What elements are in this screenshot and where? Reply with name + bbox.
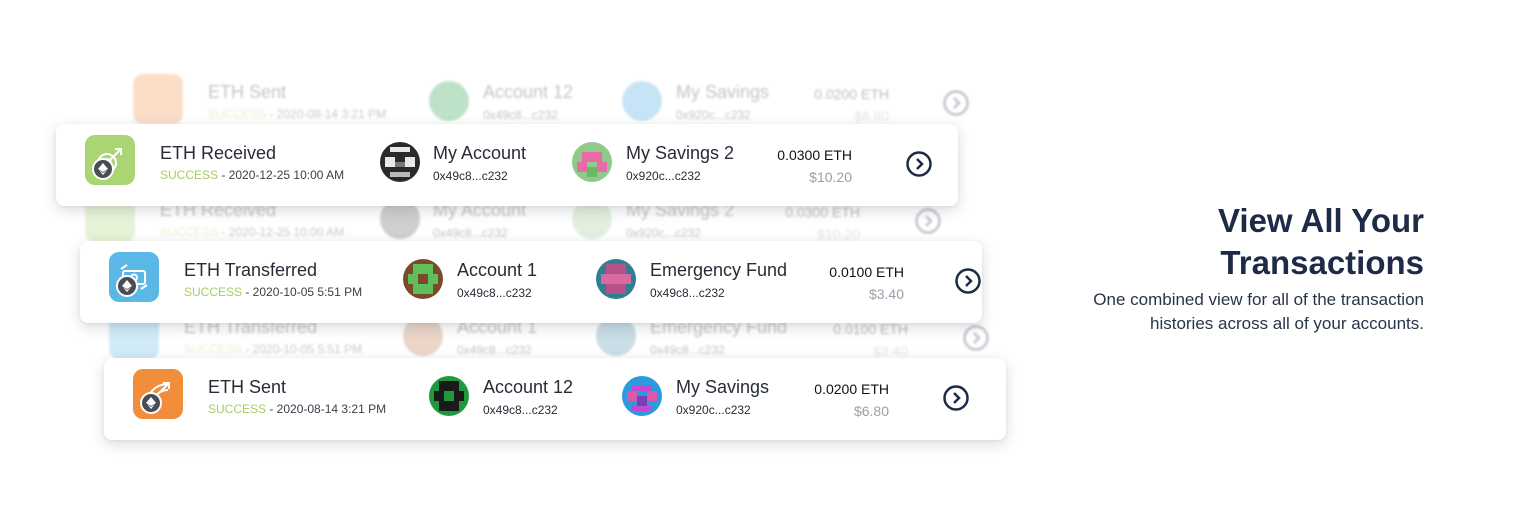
to-account-name: My Savings 2 [626, 143, 735, 163]
to-account-address: 0x920c...c232 [626, 169, 701, 183]
avatar [380, 142, 420, 182]
amount-eth: 0.0300 ETH [785, 204, 860, 220]
amount-usd: $10.20 [809, 169, 852, 185]
to-account-address: 0x920c...c232 [676, 108, 751, 122]
chevron-right-icon[interactable] [905, 150, 933, 178]
chevron-right-icon[interactable] [954, 267, 982, 295]
hero-description: One combined view for all of the transac… [1093, 290, 1424, 333]
hero-section: View All Your Transactions One combined v… [1064, 200, 1424, 336]
transaction-row[interactable]: ETH Received SUCCESS - 2020-12-25 10:00 … [56, 124, 958, 206]
ghost-meta: SUCCESS - 2020-12-25 10:00 AM [160, 225, 345, 239]
from-account-name: My Account [433, 143, 527, 163]
from-account-address: 0x49c8...c232 [457, 286, 532, 300]
amount-usd: $3.40 [872, 343, 908, 359]
amount-usd: $6.80 [853, 403, 889, 419]
to-account-name: My Savings [676, 82, 770, 102]
ghost-type: ETH Sent [208, 82, 287, 102]
from-account-address: 0x49c8...c232 [483, 108, 558, 122]
transaction-type: ETH Sent [208, 377, 287, 397]
avatar [622, 81, 662, 121]
avatar [622, 376, 662, 416]
transaction-date: - 2020-08-14 3:21 PM [266, 402, 387, 416]
to-account-address: 0x49c8...c232 [650, 343, 725, 357]
eth-sent-icon [133, 74, 183, 124]
transaction-meta: SUCCESS - 2020-10-05 5:51 PM [184, 285, 362, 299]
from-account-address: 0x49c8...c232 [433, 226, 508, 240]
ethereum-icon [140, 392, 162, 414]
avatar [572, 142, 612, 182]
hero-title: View All Your Transactions [1064, 200, 1424, 284]
ethereum-icon [92, 158, 114, 180]
from-account-name: Account 12 [483, 82, 574, 102]
amount-eth: 0.0300 ETH [777, 147, 852, 163]
from-account-address: 0x49c8...c232 [433, 169, 508, 183]
to-account-address: 0x920c...c232 [676, 403, 751, 417]
from-account-name: Account 1 [457, 260, 538, 280]
transaction-type: ETH Received [160, 143, 277, 163]
chevron-right-icon [942, 89, 970, 117]
status-badge: SUCCESS [160, 168, 219, 182]
ethereum-icon [116, 275, 138, 297]
avatar [596, 259, 636, 299]
hero-title-line1: View All Your [1217, 202, 1424, 239]
avatar [429, 376, 469, 416]
amount-usd: $3.40 [868, 286, 904, 302]
avatar [403, 259, 443, 299]
chevron-right-icon [962, 324, 990, 352]
chevron-right-icon[interactable] [942, 384, 970, 412]
avatar [429, 81, 469, 121]
transaction-type: ETH Transferred [184, 260, 318, 280]
amount-eth: 0.0100 ETH [833, 321, 908, 337]
transaction-row[interactable]: ETH Sent SUCCESS - 2020-08-14 3:21 PM Ac… [104, 358, 1006, 440]
amount-usd: $10.20 [817, 226, 860, 242]
status-badge: SUCCESS [184, 285, 243, 299]
from-account-address: 0x49c8...c232 [457, 343, 532, 357]
hero-title-line2: Transactions [1220, 244, 1424, 281]
ghost-meta: SUCCESS - 2020-08-14 3:21 PM [208, 107, 387, 121]
amount-usd: $6.80 [853, 108, 889, 124]
transaction-row[interactable]: ETH Transferred SUCCESS - 2020-10-05 5:5… [80, 241, 982, 323]
from-account-name: Account 12 [483, 377, 574, 397]
from-account-address: 0x49c8...c232 [483, 403, 558, 417]
transaction-meta: SUCCESS - 2020-08-14 3:21 PM [208, 402, 386, 416]
ghost-meta: SUCCESS - 2020-10-05 5:51 PM [184, 342, 363, 356]
status-badge: SUCCESS [208, 402, 267, 416]
to-account-address: 0x920c...c232 [626, 226, 701, 240]
transaction-date: - 2020-12-25 10:00 AM [218, 168, 345, 182]
amount-eth: 0.0100 ETH [829, 264, 904, 280]
transaction-date: - 2020-10-05 5:51 PM [242, 285, 363, 299]
amount-eth: 0.0200 ETH [814, 381, 889, 397]
to-account-address: 0x49c8...c232 [650, 286, 725, 300]
chevron-right-icon [914, 207, 942, 235]
transaction-meta: SUCCESS - 2020-12-25 10:00 AM [160, 168, 344, 182]
amount-eth: 0.0200 ETH [814, 86, 889, 102]
to-account-name: My Savings [676, 377, 770, 397]
to-account-name: Emergency Fund [650, 260, 788, 280]
